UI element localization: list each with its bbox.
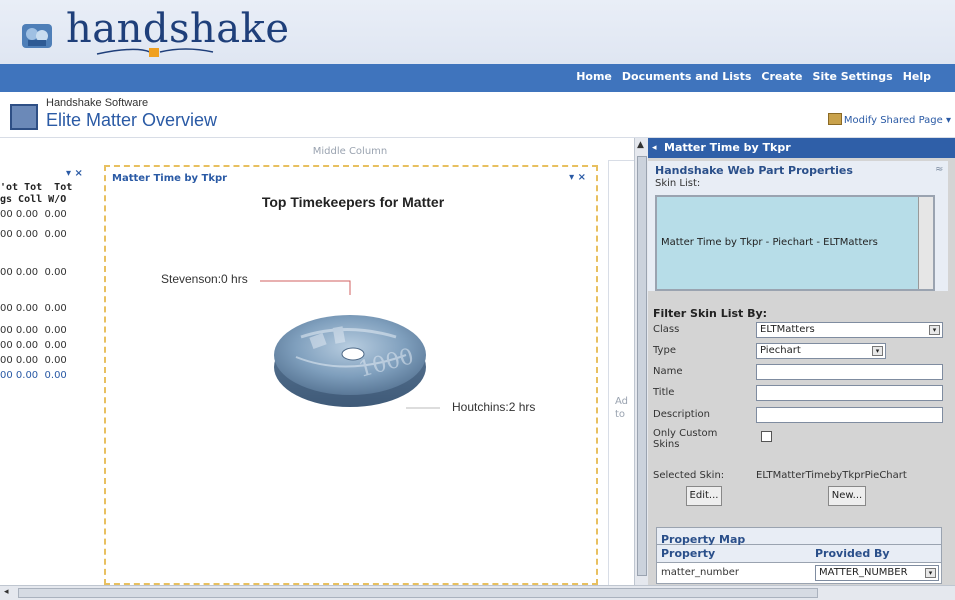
left-webpart: ▾ × 'ot Tot Tot gs Coll W/O 00 0.00 0.00… <box>0 160 90 585</box>
left-table-row: 00 0.00 0.00 <box>0 209 67 220</box>
table-row: matter_number MATTER_NUMBER ▾ <box>657 563 941 583</box>
filter-section: Filter Skin List By: Class ELTMatters ▾ T… <box>648 305 948 453</box>
left-table-header-1: 'ot Tot Tot <box>0 182 73 193</box>
nav-link-documents-and-lists[interactable]: Documents and Lists <box>622 70 752 83</box>
site-icon <box>10 104 38 130</box>
horizontal-scrollbar[interactable]: ◂ <box>0 585 955 600</box>
left-table-row: 00 0.00 0.00 <box>0 325 67 336</box>
pie-chart: 1000 <box>260 280 440 409</box>
selected-skin-value: ELTMatterTimebyTkprPieChart <box>756 470 907 481</box>
middle-column-label: Middle Column <box>312 146 388 157</box>
pie-label-stevenson: Stevenson:0 hrs <box>161 272 248 286</box>
type-label: Type <box>653 345 676 356</box>
property-name: matter_number <box>661 567 740 578</box>
name-input[interactable] <box>756 364 943 380</box>
provided-by-select[interactable]: MATTER_NUMBER ▾ <box>815 565 939 581</box>
adjacent-text-1: Ad <box>615 396 629 407</box>
left-table-row: 00 0.00 0.00 <box>0 303 67 314</box>
title-label: Title <box>653 387 675 398</box>
type-select[interactable]: Piechart ▾ <box>756 343 886 359</box>
scroll-left-icon[interactable]: ◂ <box>4 587 9 597</box>
column-header-provided-by: Provided By <box>815 547 890 560</box>
edit-skin-button[interactable]: Edit... <box>686 486 722 506</box>
properties-pane: ◂ Matter Time by Tkpr Handshake Web Part… <box>648 138 955 585</box>
left-table-row: 00 0.00 0.00 <box>0 229 67 240</box>
new-skin-button[interactable]: New... <box>828 486 866 506</box>
horizontal-scrollbar-thumb[interactable] <box>18 588 818 598</box>
app-root: handshake Home Documents and Lists Creat… <box>0 0 955 600</box>
modify-page-icon <box>827 113 842 125</box>
left-table-row: 00 0.00 0.00 <box>0 340 67 351</box>
nav-link-home[interactable]: Home <box>576 70 612 83</box>
webpart-controls[interactable]: ▾ × <box>569 172 586 183</box>
left-webpart-controls[interactable]: ▾ × <box>66 168 83 179</box>
collapse-arrow-icon[interactable]: ◂ <box>652 143 657 153</box>
webpart-matter-time-by-tkpr: Matter Time by Tkpr ▾ × Top Timekeepers … <box>104 165 598 585</box>
pie-hole <box>341 347 365 361</box>
nav-link-site-settings[interactable]: Site Settings <box>813 70 893 83</box>
filter-title: Filter Skin List By: <box>653 307 768 320</box>
left-table-row: 00 0.00 0.00 <box>0 370 67 381</box>
left-table-row: 00 0.00 0.00 <box>0 267 67 278</box>
scrollbar-thumb[interactable] <box>637 156 647 576</box>
skin-list-scrollbar[interactable] <box>918 197 933 289</box>
selected-skin-section: Selected Skin: ELTMatterTimebyTkprPieCha… <box>648 468 948 512</box>
modify-shared-page-menu[interactable]: Modify Shared Page ▾ <box>827 113 951 126</box>
nav-link-help[interactable]: Help <box>903 70 931 83</box>
only-custom-checkbox[interactable] <box>761 431 772 442</box>
left-table-row: 00 0.00 0.00 <box>0 355 67 366</box>
section-title: Handshake Web Part Properties <box>655 164 853 177</box>
chevron-down-icon[interactable]: ▾ <box>929 325 940 335</box>
property-map-header: Property Map <box>657 528 941 546</box>
class-select[interactable]: ELTMatters ▾ <box>756 322 943 338</box>
name-label: Name <box>653 366 683 377</box>
logo-swoosh-icon <box>96 48 214 57</box>
skin-list-item[interactable]: Matter Time by Tkpr - Piechart - ELTMatt… <box>661 237 878 248</box>
handshake-logo-icon <box>22 24 52 48</box>
only-custom-label: Only Custom Skins <box>653 428 718 450</box>
selected-skin-label: Selected Skin: <box>653 470 725 481</box>
class-label: Class <box>653 324 680 335</box>
nav-link-create[interactable]: Create <box>761 70 802 83</box>
left-table-header-2: gs Coll W/O <box>0 194 67 205</box>
description-input[interactable] <box>756 407 943 423</box>
modify-shared-page-label: Modify Shared Page ▾ <box>843 115 951 126</box>
webpart-title[interactable]: Matter Time by Tkpr <box>112 173 227 184</box>
adjacent-text-2: to <box>615 409 626 420</box>
properties-pane-titlebar: ◂ Matter Time by Tkpr <box>648 138 955 158</box>
chevron-down-icon[interactable]: ▾ <box>925 568 936 578</box>
vertical-scrollbar[interactable]: ▲ <box>634 138 648 590</box>
properties-pane-title: Matter Time by Tkpr <box>664 141 791 154</box>
property-map-table: Property Map Property Provided By matter… <box>656 527 942 584</box>
property-map-columns: Property Provided By <box>657 545 941 563</box>
chevron-down-icon[interactable]: ▾ <box>872 346 883 356</box>
leader-line-stevenson <box>260 280 351 295</box>
type-select-value: Piechart <box>760 345 801 356</box>
top-navigation: Home Documents and Lists Create Site Set… <box>0 64 955 92</box>
site-name[interactable]: Handshake Software <box>46 97 148 109</box>
skin-list-label: Skin List: <box>655 178 701 189</box>
pie-label-houtchins: Houtchins:2 hrs <box>452 400 536 414</box>
collapse-section-icon[interactable]: ≈ <box>935 164 943 175</box>
provided-by-value: MATTER_NUMBER <box>819 567 908 578</box>
description-label: Description <box>653 409 710 420</box>
title-input[interactable] <box>756 385 943 401</box>
page-title: Elite Matter Overview <box>46 110 218 130</box>
scroll-up-icon[interactable]: ▲ <box>637 140 644 150</box>
class-select-value: ELTMatters <box>760 324 815 335</box>
skin-list-box[interactable]: Matter Time by Tkpr - Piechart - ELTMatt… <box>655 195 935 291</box>
header: handshake <box>0 0 955 64</box>
column-header-property: Property <box>661 547 716 560</box>
